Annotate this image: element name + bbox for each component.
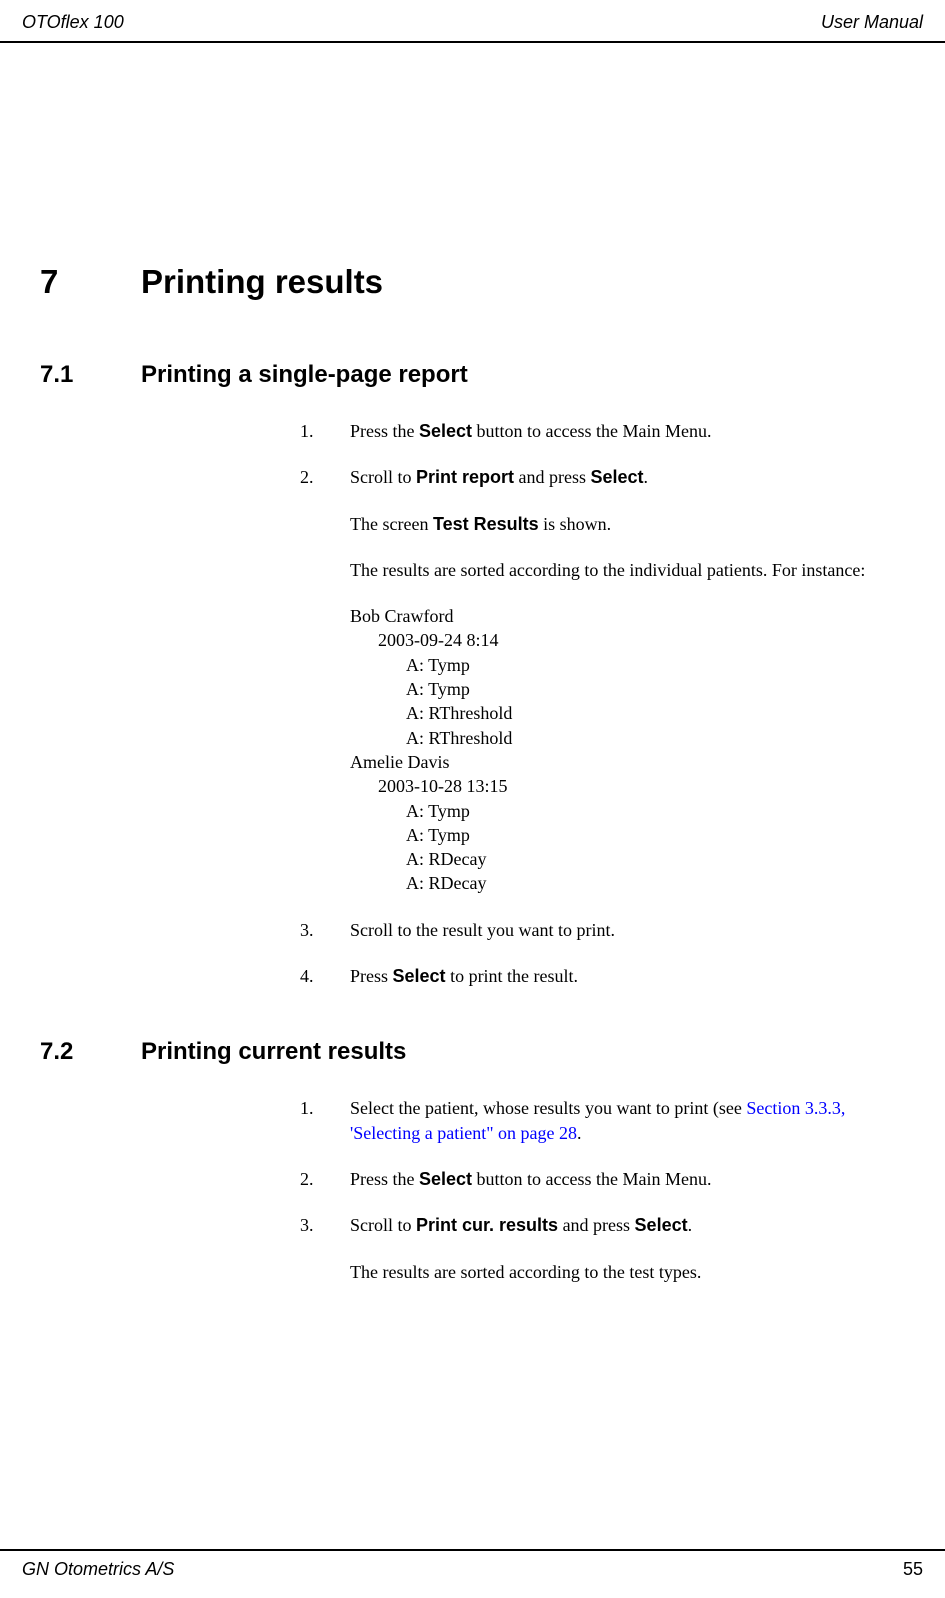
step-text: Select the patient, whose results you wa… (350, 1096, 885, 1145)
text: is shown. (539, 514, 612, 534)
header-right: User Manual (821, 12, 923, 33)
result-line: A: Tymp (406, 823, 885, 847)
text: . (577, 1123, 582, 1143)
note-text: The screen Test Results is shown. (350, 512, 885, 536)
result-line: A: Tymp (406, 653, 885, 677)
text: button to access the Main Menu. (472, 421, 711, 441)
footer-left: GN Otometrics A/S (22, 1559, 174, 1580)
example-text: Bob Crawford 2003-09-24 8:14 A: Tymp A: … (350, 604, 885, 896)
patient-datetime: 2003-09-24 8:14 (378, 628, 885, 652)
step-number: 2. (300, 1167, 350, 1191)
step-number: 1. (300, 419, 350, 443)
subsection-number: 7.1 (40, 361, 141, 389)
example-block: Bob Crawford 2003-09-24 8:14 A: Tymp A: … (300, 604, 885, 896)
step-number: 4. (300, 964, 350, 988)
text: to print the result. (446, 966, 578, 986)
page-content: 7 Printing results 7.1 Printing a single… (0, 43, 945, 1284)
step-3: 3. Scroll to the result you want to prin… (300, 918, 885, 942)
bold-text: Select (635, 1215, 688, 1235)
result-line: A: RThreshold (406, 701, 885, 725)
spacer (300, 558, 350, 582)
bold-text: Test Results (433, 514, 539, 534)
text: The screen (350, 514, 433, 534)
text: Scroll to (350, 467, 416, 487)
patient-name: Bob Crawford (350, 604, 885, 628)
result-line: A: Tymp (406, 799, 885, 823)
bold-text: Select (591, 467, 644, 487)
page-header: OTOflex 100 User Manual (0, 0, 945, 43)
spacer (300, 604, 350, 896)
bold-text: Print report (416, 467, 514, 487)
section-number: 7 (40, 263, 141, 301)
step-number: 3. (300, 918, 350, 942)
result-line: A: RDecay (406, 847, 885, 871)
spacer (300, 512, 350, 536)
step-number: 2. (300, 465, 350, 489)
text: and press (558, 1215, 634, 1235)
section-title: Printing results (141, 263, 383, 301)
note-paragraph: The results are sorted according to the … (300, 1260, 885, 1284)
page-footer: GN Otometrics A/S 55 (0, 1549, 945, 1580)
section-7-1-heading: 7.1 Printing a single-page report (40, 361, 905, 389)
bold-text: Select (393, 966, 446, 986)
bold-text: Select (419, 421, 472, 441)
text: Scroll to (350, 1215, 416, 1235)
step-text: Scroll to Print cur. results and press S… (350, 1213, 885, 1237)
note-paragraph: The screen Test Results is shown. (300, 512, 885, 536)
spacer (300, 1260, 350, 1284)
note-text: The results are sorted according to the … (350, 558, 885, 582)
step-text: Scroll to Print report and press Select. (350, 465, 885, 489)
step-text: Scroll to the result you want to print. (350, 918, 885, 942)
step-2: 2. Press the Select button to access the… (300, 1167, 885, 1191)
page-number: 55 (903, 1559, 923, 1580)
step-number: 3. (300, 1213, 350, 1237)
step-2: 2. Scroll to Print report and press Sele… (300, 465, 885, 489)
step-text: Press the Select button to access the Ma… (350, 419, 885, 443)
section-7-heading: 7 Printing results (40, 263, 905, 301)
text: . (688, 1215, 693, 1235)
result-line: A: RThreshold (406, 726, 885, 750)
step-number: 1. (300, 1096, 350, 1145)
subsection-number: 7.2 (40, 1038, 141, 1066)
result-line: A: Tymp (406, 677, 885, 701)
patient-name: Amelie Davis (350, 750, 885, 774)
subsection-title: Printing current results (141, 1038, 406, 1066)
text: Press the (350, 1169, 419, 1189)
text: . (644, 467, 649, 487)
result-line: A: RDecay (406, 871, 885, 895)
bold-text: Select (419, 1169, 472, 1189)
step-text: Press Select to print the result. (350, 964, 885, 988)
note-paragraph: The results are sorted according to the … (300, 558, 885, 582)
bold-text: Print cur. results (416, 1215, 558, 1235)
text: button to access the Main Menu. (472, 1169, 711, 1189)
text: Press (350, 966, 393, 986)
step-3: 3. Scroll to Print cur. results and pres… (300, 1213, 885, 1237)
step-1: 1. Select the patient, whose results you… (300, 1096, 885, 1145)
step-1: 1. Press the Select button to access the… (300, 419, 885, 443)
step-4: 4. Press Select to print the result. (300, 964, 885, 988)
text: and press (514, 467, 590, 487)
text: Press the (350, 421, 419, 441)
header-left: OTOflex 100 (22, 12, 124, 33)
text: Select the patient, whose results you wa… (350, 1098, 746, 1118)
step-text: Press the Select button to access the Ma… (350, 1167, 885, 1191)
note-text: The results are sorted according to the … (350, 1260, 885, 1284)
patient-datetime: 2003-10-28 13:15 (378, 774, 885, 798)
subsection-title: Printing a single-page report (141, 361, 468, 389)
section-7-2-heading: 7.2 Printing current results (40, 1038, 905, 1066)
